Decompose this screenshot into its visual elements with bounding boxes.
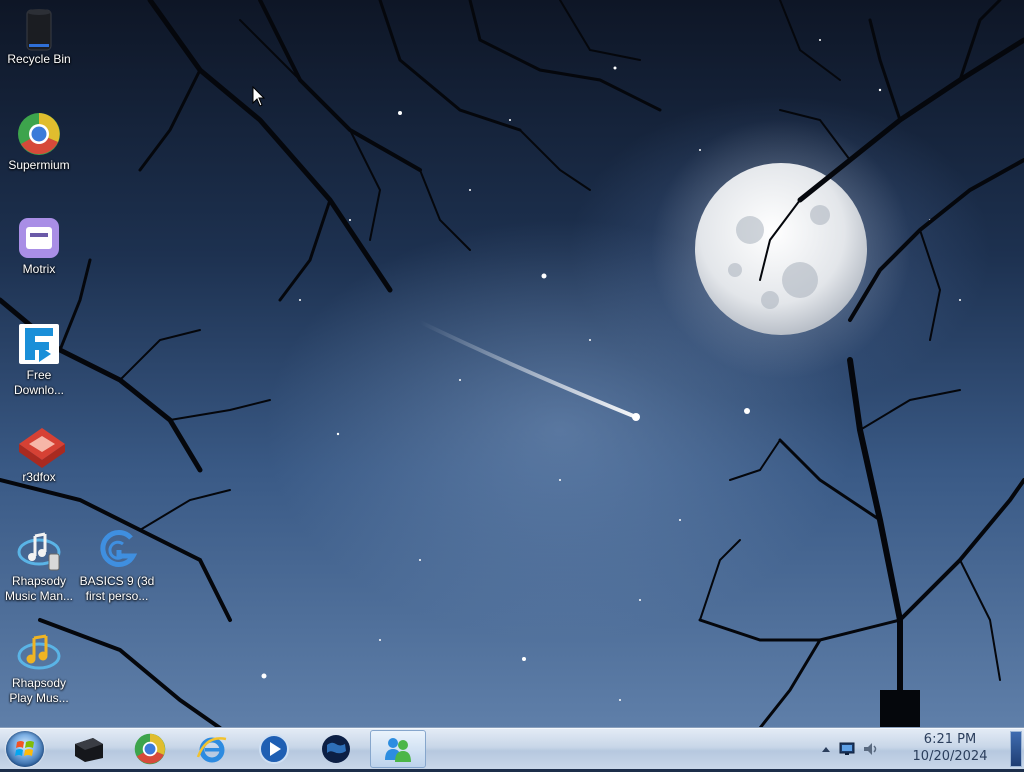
taskbar-button-media-player[interactable] — [246, 730, 302, 768]
desktop-wallpaper — [0, 0, 1024, 728]
internet-explorer-icon — [196, 737, 227, 763]
messenger-people-icon — [385, 738, 411, 762]
tree-foliage — [880, 690, 920, 728]
desktop-icon-label: Rhapsody Music Man... — [4, 574, 73, 603]
show-desktop-button[interactable] — [1010, 731, 1022, 767]
moon — [695, 163, 867, 335]
chevron-up-icon[interactable] — [818, 745, 834, 753]
speaker-icon[interactable] — [860, 742, 882, 756]
globe-icon — [322, 735, 350, 763]
recycle-bin-icon — [17, 6, 61, 51]
desktop-icon-label: Free Downlo... — [13, 368, 65, 397]
desktop-icon-label: Rhapsody Play Mus... — [9, 676, 69, 705]
desktop-icon-basics9[interactable]: BASICS 9 (3d first perso... — [78, 528, 156, 604]
network-monitor-icon[interactable] — [834, 742, 860, 756]
desktop-icon-rhapsody-play-music[interactable]: Rhapsody Play Mus... — [0, 630, 78, 706]
taskbar-button-globe[interactable] — [308, 730, 364, 768]
desktop-icon-free-download[interactable]: Free Downlo... — [0, 322, 78, 398]
basics9-icon — [95, 528, 139, 572]
clock-time: 6:21 PM — [923, 732, 977, 747]
rhapsody-music-manager-icon — [17, 528, 61, 572]
taskbar: 6:21 PM 10/20/2024 — [0, 728, 1024, 769]
desktop-icon-label: Supermium — [8, 158, 70, 172]
taskbar-button-supermium[interactable] — [122, 730, 178, 768]
black-box-icon — [75, 738, 103, 762]
motrix-icon — [17, 216, 61, 260]
taskbar-button-messenger[interactable] — [370, 730, 426, 768]
desktop-icon-motrix[interactable]: Motrix — [0, 216, 78, 277]
desktop-icon-label: BASICS 9 (3d first perso... — [79, 574, 155, 603]
shooting-star — [418, 320, 638, 419]
mouse-cursor-icon — [252, 85, 266, 113]
taskbar-button-media-center[interactable] — [60, 730, 116, 768]
clock-date: 10/20/2024 — [912, 749, 988, 764]
desktop-icon-supermium[interactable]: Supermium — [0, 112, 78, 173]
desktop-icon-r3dfox[interactable]: r3dfox — [0, 424, 78, 485]
start-button[interactable] — [6, 731, 44, 767]
rhapsody-play-music-icon — [17, 630, 61, 674]
desktop-icon-rhapsody-music-manager[interactable]: Rhapsody Music Man... — [0, 528, 78, 604]
supermium-browser-icon — [17, 112, 61, 156]
free-download-manager-icon — [17, 322, 61, 366]
desktop-icon-label: Motrix — [22, 262, 56, 276]
desktop-icon-recycle-bin[interactable]: Recycle Bin — [0, 6, 78, 67]
taskbar-button-internet-explorer[interactable] — [184, 730, 240, 768]
windows-start-orb-icon — [15, 741, 34, 756]
taskbar-clock[interactable]: 6:21 PM 10/20/2024 — [890, 731, 1010, 765]
wallpaper-scene — [0, 0, 1024, 728]
supermium-browser-icon — [134, 733, 166, 765]
desktop-icon-label: Recycle Bin — [7, 52, 71, 66]
desktop-icon-label: r3dfox — [22, 470, 56, 484]
r3dfox-icon — [17, 424, 65, 468]
system-tray — [818, 729, 882, 769]
media-player-icon — [259, 734, 289, 764]
